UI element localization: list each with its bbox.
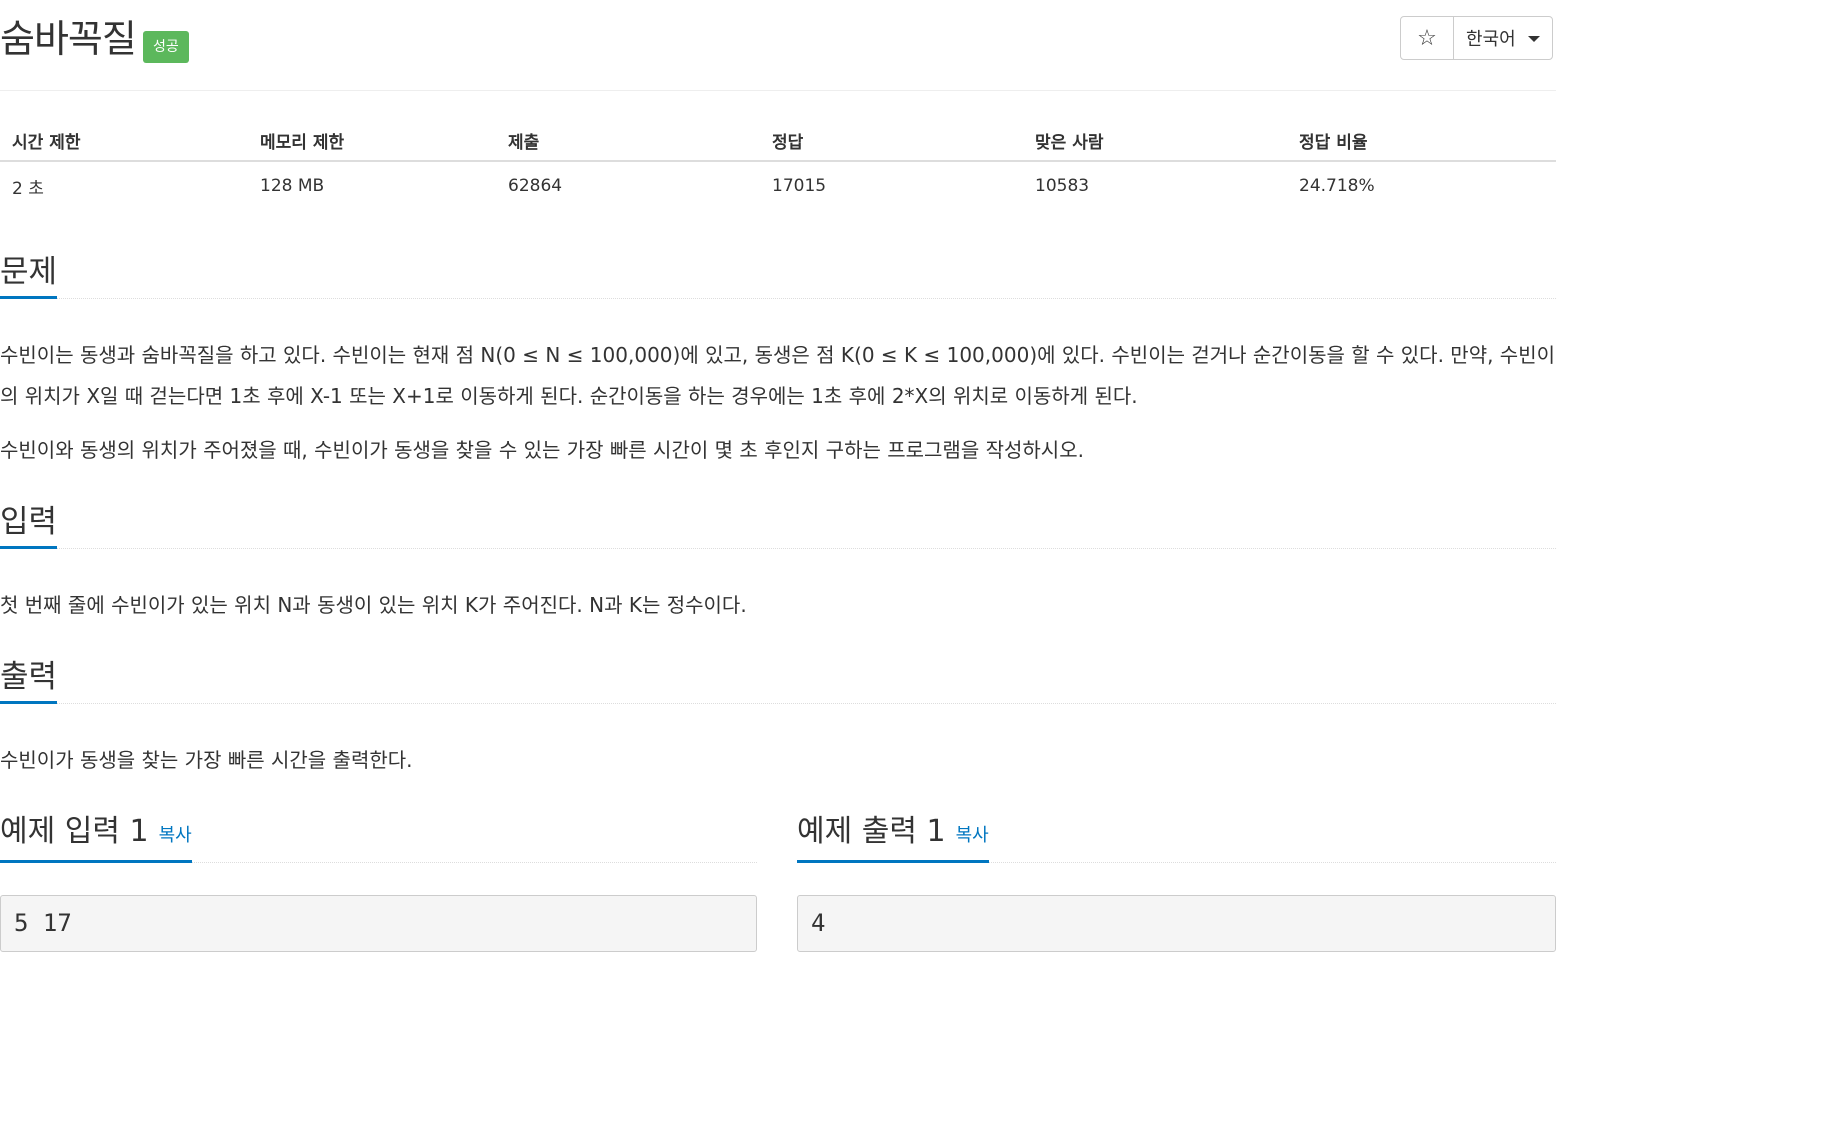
header-memory-limit: 메모리 제한 (248, 120, 496, 162)
caret-down-icon (1528, 36, 1540, 42)
memory-limit-value: 128 MB (260, 176, 325, 196)
sample-output-box[interactable]: 4 (797, 895, 1556, 952)
solvers-value: 10583 (1035, 176, 1090, 196)
header-accepted: 정답 (760, 120, 1023, 162)
submissions-value: 62864 (508, 176, 563, 196)
sample-input-heading-wrap: 예제 입력 1 복사 (0, 810, 192, 863)
sample-output-heading: 예제 출력 1 (797, 814, 946, 849)
table-header-row: 시간 제한 메모리 제한 제출 정답 맞은 사람 정답 비율 (0, 120, 1556, 162)
language-dropdown[interactable]: 한국어 (1454, 17, 1552, 59)
output-section-header: 출력 (0, 655, 1556, 704)
output-description: 수빈이가 동생을 찾는 가장 빠른 시간을 출력한다. (0, 748, 413, 772)
problem-description-2: 수빈이와 동생의 위치가 주어졌을 때, 수빈이가 동생을 찾을 수 있는 가장… (0, 438, 1084, 462)
status-badge: 성공 (143, 31, 189, 63)
sample-input-heading: 예제 입력 1 (0, 814, 149, 849)
star-icon: ☆ (1417, 25, 1437, 51)
favorite-button[interactable]: ☆ (1401, 17, 1454, 59)
problem-heading: 문제 (0, 250, 58, 299)
sample-output-header: 예제 출력 1 복사 (797, 810, 1556, 863)
header-submissions: 제출 (496, 120, 760, 162)
copy-output-button[interactable]: 복사 (956, 825, 989, 846)
action-button-group: ☆ 한국어 (1400, 16, 1553, 60)
header-solvers: 맞은 사람 (1023, 120, 1287, 162)
input-heading: 입력 (0, 500, 58, 549)
problem-title: 숨바꼭질 (0, 17, 137, 61)
header-ratio: 정답 비율 (1287, 120, 1556, 162)
ratio-value: 24.718% (1299, 176, 1375, 196)
sample-output-heading-wrap: 예제 출력 1 복사 (797, 810, 989, 863)
output-heading: 출력 (0, 655, 58, 704)
input-section-header: 입력 (0, 500, 1556, 549)
header-time-limit: 시간 제한 (0, 120, 248, 162)
input-description: 첫 번째 줄에 수빈이가 있는 위치 N과 동생이 있는 위치 K가 주어진다.… (0, 593, 747, 617)
time-limit-value: 2 초 (12, 178, 44, 199)
language-label: 한국어 (1466, 29, 1516, 50)
copy-input-button[interactable]: 복사 (159, 825, 192, 846)
sample-input-header: 예제 입력 1 복사 (0, 810, 757, 863)
problem-info-table: 시간 제한 메모리 제한 제출 정답 맞은 사람 정답 비율 2 초 128 M… (0, 120, 1556, 210)
sample-input-box[interactable]: 5 17 (0, 895, 757, 952)
problem-section-header: 문제 (0, 250, 1556, 299)
table-row: 2 초 128 MB 62864 17015 10583 24.718% (0, 161, 1556, 210)
title-row: 숨바꼭질 성공 ☆ 한국어 (0, 0, 1556, 91)
accepted-value: 17015 (772, 176, 827, 196)
problem-description: 수빈이는 동생과 숨바꼭질을 하고 있다. 수빈이는 현재 점 N(0 ≤ N … (0, 343, 1556, 408)
